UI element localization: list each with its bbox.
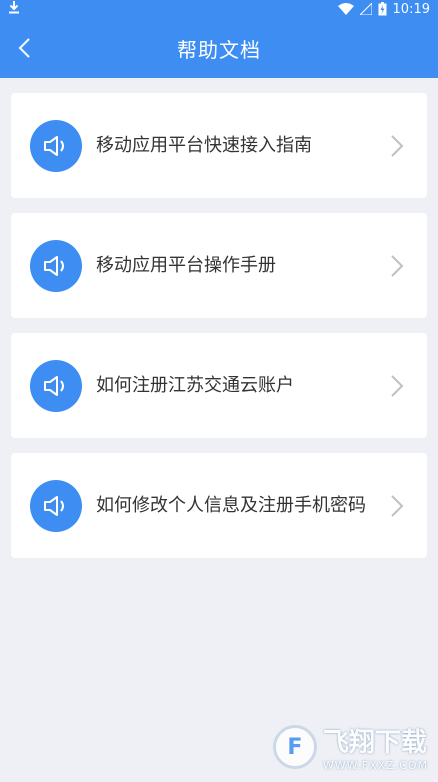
speaker-icon — [30, 120, 82, 172]
watermark-url: WWW.FXXZ.COM — [322, 759, 428, 772]
chevron-right-icon — [391, 135, 404, 157]
signal-icon — [359, 3, 372, 15]
chevron-right-icon — [391, 375, 404, 397]
help-item[interactable]: 如何注册江苏交通云账户 — [11, 333, 427, 438]
status-time: 10:19 — [392, 1, 430, 17]
help-item[interactable]: 移动应用平台操作手册 — [11, 213, 427, 318]
help-item-label: 如何修改个人信息及注册手机密码 — [96, 494, 366, 516]
help-item-label: 如何注册江苏交通云账户 — [96, 374, 294, 396]
help-item[interactable]: 移动应用平台快速接入指南 — [11, 93, 427, 198]
chevron-right-icon — [391, 495, 404, 517]
page-title: 帮助文档 — [177, 37, 261, 62]
speaker-icon — [30, 240, 82, 292]
app-bar: 帮助文档 — [0, 18, 438, 78]
wifi-icon — [337, 3, 354, 15]
help-item[interactable]: 如何修改个人信息及注册手机密码 — [11, 453, 427, 558]
download-icon — [8, 0, 20, 18]
watermark: F 飞翔下载 WWW.FXXZ.COM — [272, 722, 428, 772]
speaker-icon — [30, 360, 82, 412]
help-list: 移动应用平台快速接入指南 移动应用平台操作手册 如何注册江苏交通云账户 如何修改… — [11, 93, 427, 573]
chevron-right-icon — [391, 255, 404, 277]
help-item-label: 移动应用平台快速接入指南 — [96, 134, 312, 156]
help-item-label: 移动应用平台操作手册 — [96, 254, 276, 276]
watermark-logo: F — [272, 725, 317, 769]
status-bar: 10:19 — [0, 0, 438, 18]
speaker-icon — [30, 480, 82, 532]
watermark-text: 飞翔下载 — [322, 728, 427, 758]
battery-icon — [378, 2, 387, 16]
